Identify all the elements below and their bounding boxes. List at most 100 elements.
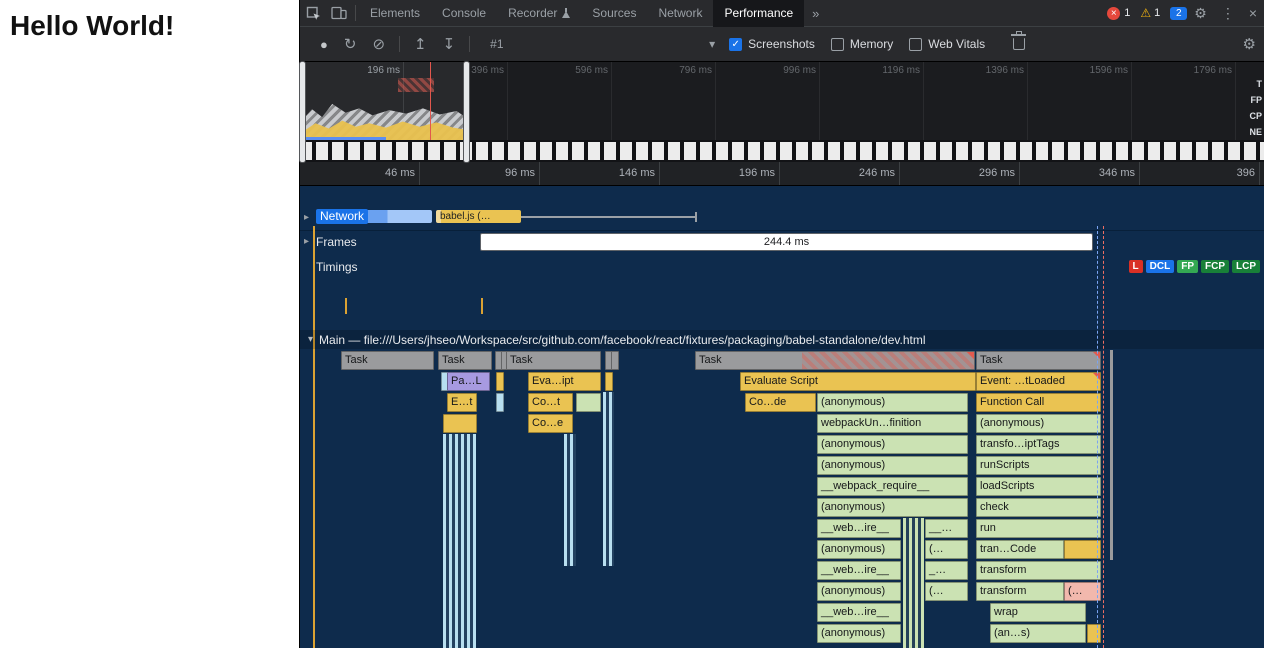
flame-bar[interactable]: Task: [976, 351, 1101, 370]
frames-track[interactable]: ▸ Frames 244.4 ms: [300, 231, 1264, 253]
flame-bar[interactable]: (anonymous): [817, 582, 901, 601]
flame-bar[interactable]: [611, 351, 619, 370]
flame-bar[interactable]: E…t: [447, 393, 477, 412]
flame-bar[interactable]: __web…ire__: [817, 519, 901, 538]
trash-icon[interactable]: [1013, 38, 1025, 50]
checkbox-box[interactable]: [831, 38, 844, 51]
tab-sources[interactable]: Sources: [581, 0, 647, 27]
flame-bar[interactable]: (anonymous): [817, 435, 968, 454]
checkbox-box[interactable]: [909, 38, 922, 51]
warning-badge[interactable]: ⚠ 1: [1140, 6, 1160, 20]
inspect-element-icon[interactable]: [300, 0, 326, 26]
flame-bar[interactable]: (an…s): [990, 624, 1086, 643]
flame-bar[interactable]: [576, 393, 601, 412]
experiment-flask-icon: [562, 8, 570, 18]
frame-bar[interactable]: 244.4 ms: [480, 233, 1093, 251]
load-profile-icon[interactable]: ↥: [414, 35, 427, 53]
flame-bar[interactable]: Task: [438, 351, 492, 370]
flame-bar[interactable]: [1087, 624, 1101, 643]
selection-handle-left[interactable]: [300, 62, 305, 162]
flame-bar[interactable]: Eva…ipt: [528, 372, 601, 391]
reload-and-record-icon[interactable]: ↻: [344, 35, 357, 53]
clear-recording-icon[interactable]: ⊘: [372, 35, 385, 53]
timings-track[interactable]: Timings LDCLFPFCPLCP: [300, 252, 1264, 282]
history-dropdown[interactable]: #1 ▾: [490, 37, 715, 51]
flame-bar[interactable]: [496, 393, 504, 412]
flame-bar[interactable]: loadScripts: [976, 477, 1101, 496]
device-toolbar-icon[interactable]: [326, 0, 352, 26]
issues-badge[interactable]: 2: [1170, 7, 1187, 20]
flame-bar[interactable]: __…: [925, 519, 968, 538]
flame-bar[interactable]: wrap: [990, 603, 1086, 622]
flame-bar[interactable]: (…: [1064, 582, 1101, 601]
flame-bar[interactable]: tran…Code: [976, 540, 1064, 559]
tab-network[interactable]: Network: [647, 0, 713, 27]
flame-bar[interactable]: __web…ire__: [817, 561, 901, 580]
expander-icon[interactable]: ▸: [304, 234, 309, 249]
flame-bar[interactable]: (anonymous): [976, 414, 1101, 433]
tab-recorder[interactable]: Recorder: [497, 0, 581, 27]
flame-bar[interactable]: Event: …tLoaded: [976, 372, 1101, 391]
checkbox-memory[interactable]: Memory: [831, 37, 893, 51]
error-badge[interactable]: × 1: [1107, 7, 1130, 20]
network-track-label[interactable]: Network: [316, 209, 368, 224]
tab-performance[interactable]: Performance: [713, 0, 804, 27]
network-request-bar-babel[interactable]: babel.js (…: [436, 210, 521, 223]
expander-down-icon[interactable]: ▾: [308, 334, 313, 345]
flame-bar[interactable]: [496, 372, 504, 391]
flame-bar[interactable]: __web…ire__: [817, 603, 901, 622]
tab-console[interactable]: Console: [431, 0, 497, 27]
selection-handle-right[interactable]: [464, 62, 469, 162]
flame-bar[interactable]: Pa…L: [447, 372, 490, 391]
network-track[interactable]: babel.js (… ▸ Network: [300, 186, 1264, 230]
flame-bar[interactable]: check: [976, 498, 1101, 517]
flame-bar[interactable]: transform: [976, 582, 1064, 601]
screenshot-filmstrip[interactable]: [300, 140, 1264, 162]
close-devtools-icon[interactable]: ×: [1249, 5, 1257, 21]
flame-bar[interactable]: Task: [341, 351, 434, 370]
flame-bar[interactable]: (anonymous): [817, 624, 901, 643]
ruler-time-label: 246 ms: [780, 162, 900, 185]
expander-icon[interactable]: ▸: [304, 210, 309, 225]
save-profile-icon[interactable]: ↧: [443, 35, 456, 53]
flame-bar[interactable]: Evaluate Script: [740, 372, 976, 391]
flame-bar[interactable]: (anonymous): [817, 498, 968, 517]
flame-bar[interactable]: [605, 372, 613, 391]
frame-duration: 244.4 ms: [764, 236, 809, 248]
kebab-menu-icon[interactable]: ⋮: [1221, 5, 1235, 22]
flame-bar[interactable]: transform: [976, 561, 1101, 580]
flame-bar[interactable]: (…: [925, 540, 968, 559]
flame-bar[interactable]: Task: [695, 351, 975, 370]
flame-bar[interactable]: Function Call: [976, 393, 1101, 412]
settings-gear-icon[interactable]: ⚙: [1194, 5, 1207, 22]
flame-bar[interactable]: __webpack_require__: [817, 477, 968, 496]
checkbox-screenshots[interactable]: ✓Screenshots: [729, 37, 815, 51]
flame-bar[interactable]: run: [976, 519, 1101, 538]
flame-bar[interactable]: webpackUn…finition: [817, 414, 968, 433]
flame-bar[interactable]: Co…e: [528, 414, 573, 433]
flame-activity-stripes: [603, 392, 614, 566]
flame-bar[interactable]: transfo…iptTags: [976, 435, 1101, 454]
flame-activity-stripes: [1110, 350, 1113, 560]
main-track-header[interactable]: ▾ Main — file:///Users/jhseo/Workspace/s…: [300, 330, 1264, 349]
flame-bar[interactable]: runScripts: [976, 456, 1101, 475]
more-tabs-button[interactable]: »: [804, 6, 827, 21]
flame-bar[interactable]: Co…t: [528, 393, 573, 412]
flame-bar[interactable]: [1064, 540, 1101, 559]
checkbox-web-vitals[interactable]: Web Vitals: [909, 37, 985, 51]
tab-elements[interactable]: Elements: [359, 0, 431, 27]
flame-bar[interactable]: (anonymous): [817, 456, 968, 475]
flame-bar[interactable]: _…: [925, 561, 968, 580]
timeline-overview[interactable]: 196 ms396 ms596 ms796 ms996 ms1196 ms139…: [300, 62, 1264, 140]
flame-bar[interactable]: (anonymous): [817, 540, 901, 559]
flame-bar[interactable]: Task: [506, 351, 601, 370]
devtools-tab-bar: ElementsConsoleRecorderSourcesNetworkPer…: [300, 0, 1264, 27]
flame-bar[interactable]: (…: [925, 582, 968, 601]
flame-bar[interactable]: (anonymous): [817, 393, 968, 412]
capture-settings-gear-icon[interactable]: ⚙: [1243, 35, 1256, 53]
record-button[interactable]: ●: [320, 37, 328, 52]
flame-bar[interactable]: [443, 414, 477, 433]
flame-bar[interactable]: Co…de: [745, 393, 816, 412]
overview-side-label: CP: [1249, 108, 1262, 124]
checkbox-box[interactable]: ✓: [729, 38, 742, 51]
